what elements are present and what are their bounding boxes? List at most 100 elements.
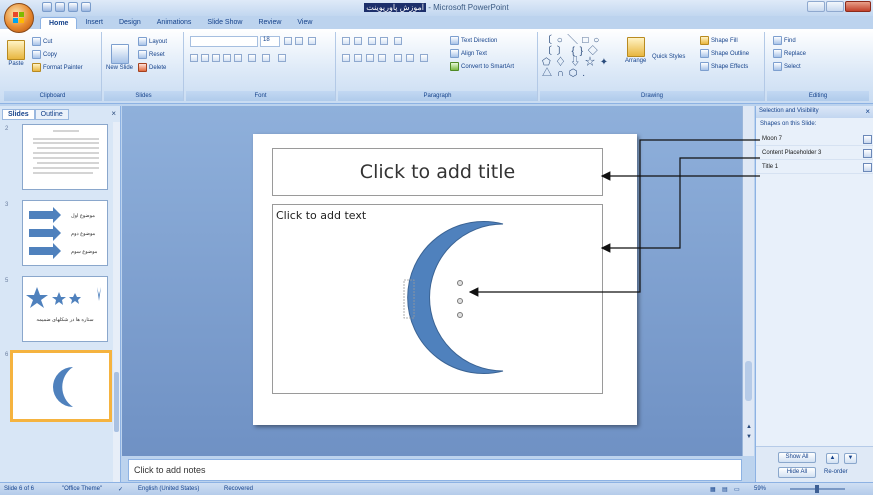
tab-home[interactable]: Home xyxy=(40,17,78,29)
move-up-button[interactable]: ▲ xyxy=(826,453,839,464)
new-slide-button[interactable]: New Slide xyxy=(106,44,133,71)
italic-icon[interactable] xyxy=(201,54,209,62)
slides-pane-scrollbar[interactable] xyxy=(113,122,120,482)
document-title: آموزش پاورپوینت xyxy=(364,3,427,12)
underline-icon[interactable] xyxy=(212,54,220,62)
layout-button[interactable]: Layout xyxy=(138,37,167,46)
shape-name: Title 1 xyxy=(762,164,779,170)
slideshow-view-icon[interactable]: ▭ xyxy=(734,486,740,493)
shape-outline-button[interactable]: Shape Outline xyxy=(700,49,749,58)
bold-icon[interactable] xyxy=(190,54,198,62)
hide-all-button[interactable]: Hide All xyxy=(778,467,816,478)
selection-pane-close-icon[interactable]: × xyxy=(865,107,870,116)
align-text-button[interactable]: Align Text xyxy=(450,49,487,58)
shape-list-item-content-placeholder[interactable]: Content Placeholder 3 xyxy=(756,146,873,160)
visibility-eye-icon[interactable] xyxy=(863,149,872,158)
slide-thumbnail-6[interactable] xyxy=(10,350,112,422)
align-left-icon[interactable] xyxy=(342,54,350,62)
title-placeholder[interactable]: Click to add title xyxy=(272,148,603,196)
tab-animations[interactable]: Animations xyxy=(149,17,200,29)
decrease-indent-icon[interactable] xyxy=(368,37,376,45)
shrink-font-icon[interactable] xyxy=(295,37,303,45)
visibility-eye-icon[interactable] xyxy=(863,163,872,172)
tab-slide-show[interactable]: Slide Show xyxy=(199,17,250,29)
align-center-icon[interactable] xyxy=(354,54,362,62)
delete-slide-button[interactable]: Delete xyxy=(138,63,166,72)
reorder-label: Re-order xyxy=(824,469,848,475)
paste-button[interactable]: Paste xyxy=(7,40,25,67)
character-spacing-icon[interactable] xyxy=(248,54,256,62)
line-spacing-icon[interactable] xyxy=(394,37,402,45)
scroll-thumb[interactable] xyxy=(745,361,752,401)
move-down-button[interactable]: ▼ xyxy=(844,453,857,464)
spellcheck-icon[interactable]: ✓ xyxy=(118,486,123,493)
tab-review[interactable]: Review xyxy=(250,17,289,29)
slide-thumbnail-5[interactable]: ستاره ها در شکلهای ضمیمه xyxy=(22,276,108,342)
arrange-icon xyxy=(626,37,645,57)
maximize-button[interactable] xyxy=(826,1,844,12)
slide-thumbnail-2[interactable] xyxy=(22,124,108,190)
numbering-icon[interactable] xyxy=(354,37,362,45)
slide-thumbnail-3[interactable]: موضوع اول موضوع دوم موضوع سوم xyxy=(22,200,108,266)
font-name-field[interactable] xyxy=(190,36,258,47)
close-button[interactable] xyxy=(845,1,871,12)
tab-view[interactable]: View xyxy=(289,17,320,29)
grow-font-icon[interactable] xyxy=(284,37,292,45)
zoom-slider-knob[interactable] xyxy=(815,485,819,493)
cut-button[interactable]: Cut xyxy=(32,37,52,46)
slide[interactable]: Click to add title Click to add text xyxy=(253,134,637,425)
justify-icon[interactable] xyxy=(378,54,386,62)
find-button[interactable]: Find xyxy=(773,36,796,45)
shape-fill-button[interactable]: Shape Fill xyxy=(700,36,738,45)
shapes-gallery[interactable]: 〔 ○ ╲ □ ○ 〔 〕 { } ◇ ⬠ ♢ ⇩ ☆ ✦ △ ∩ ⬡ . xyxy=(542,35,610,79)
ltr-icon[interactable] xyxy=(394,54,402,62)
slide-scrollbar[interactable]: ▲ ▼ xyxy=(742,106,754,456)
text-direction-button[interactable]: Text Direction xyxy=(450,36,497,45)
convert-smartart-button[interactable]: Convert to SmartArt xyxy=(450,62,514,71)
minimize-button[interactable] xyxy=(807,1,825,12)
shape-list-item-title[interactable]: Title 1 xyxy=(756,160,873,174)
shape-effects-button[interactable]: Shape Effects xyxy=(700,62,748,71)
shadow-icon[interactable] xyxy=(234,54,242,62)
show-all-button[interactable]: Show All xyxy=(778,452,816,463)
strikethrough-icon[interactable] xyxy=(223,54,231,62)
tab-insert[interactable]: Insert xyxy=(77,17,111,29)
change-case-icon[interactable] xyxy=(262,54,270,62)
columns-icon[interactable] xyxy=(420,54,428,62)
arrange-button[interactable]: Arrange xyxy=(625,37,646,64)
reset-button[interactable]: Reset xyxy=(138,50,165,59)
align-right-icon[interactable] xyxy=(366,54,374,62)
office-logo-icon xyxy=(13,12,24,23)
selection-handle[interactable] xyxy=(457,312,463,318)
tab-outline[interactable]: Outline xyxy=(34,109,69,120)
selection-handle[interactable] xyxy=(457,280,463,286)
shape-outline-label: Shape Outline xyxy=(711,50,750,57)
rtl-icon[interactable] xyxy=(406,54,414,62)
shape-list-item-moon[interactable]: Moon 7 xyxy=(756,132,873,146)
language[interactable]: English (United States) xyxy=(138,486,199,492)
thumbnail-number: 6 xyxy=(5,352,9,358)
format-painter-button[interactable]: Format Painter xyxy=(32,63,83,72)
font-color-icon[interactable] xyxy=(278,54,286,62)
prev-slide-icon[interactable]: ▲ xyxy=(746,424,752,430)
select-button[interactable]: Select xyxy=(773,62,801,71)
increase-indent-icon[interactable] xyxy=(380,37,388,45)
next-slide-icon[interactable]: ▼ xyxy=(746,434,752,440)
normal-view-icon[interactable]: ▦ xyxy=(710,486,716,493)
quick-styles-button[interactable]: Quick Styles xyxy=(652,54,685,60)
scroll-thumb[interactable] xyxy=(114,372,119,432)
tab-design[interactable]: Design xyxy=(111,17,149,29)
slide-sorter-icon[interactable]: ▤ xyxy=(722,486,728,493)
pane-close-icon[interactable]: × xyxy=(111,109,116,118)
notes-pane[interactable]: Click to add notes xyxy=(128,459,742,481)
font-size-field[interactable]: 18 xyxy=(260,36,280,47)
clear-formatting-icon[interactable] xyxy=(308,37,316,45)
visibility-eye-icon[interactable] xyxy=(863,135,872,144)
zoom-level[interactable]: 59% xyxy=(754,486,766,492)
copy-button[interactable]: Copy xyxy=(32,50,57,59)
bullets-icon[interactable] xyxy=(342,37,350,45)
selection-handle[interactable] xyxy=(457,298,463,304)
tab-slides[interactable]: Slides xyxy=(2,109,35,120)
office-button[interactable] xyxy=(4,3,34,33)
replace-button[interactable]: Replace xyxy=(773,49,806,58)
